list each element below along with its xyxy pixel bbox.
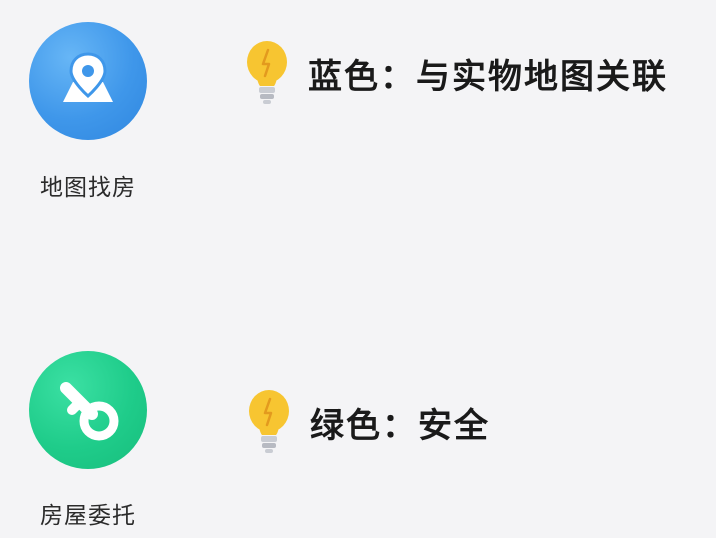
house-entrust-app-button[interactable]	[29, 351, 147, 469]
canvas: 地图找房 房屋委托 蓝色：与实物地图关联 绿色：安全	[0, 0, 716, 538]
lightbulb-icon	[247, 41, 287, 104]
key-icon	[60, 382, 119, 441]
house-entrust-app-label: 房屋委托	[40, 503, 136, 529]
green-color-note: 绿色：安全	[246, 389, 490, 455]
green-note-text: 绿色：安全	[310, 405, 490, 446]
map-search-app-button[interactable]	[29, 22, 147, 140]
map-search-app-label: 地图找房	[40, 175, 136, 201]
lightbulb-icon	[249, 390, 289, 453]
blue-color-note: 蓝色：与实物地图关联	[244, 40, 668, 106]
map-pin-icon	[63, 52, 113, 102]
blue-note-text: 蓝色：与实物地图关联	[308, 56, 668, 97]
